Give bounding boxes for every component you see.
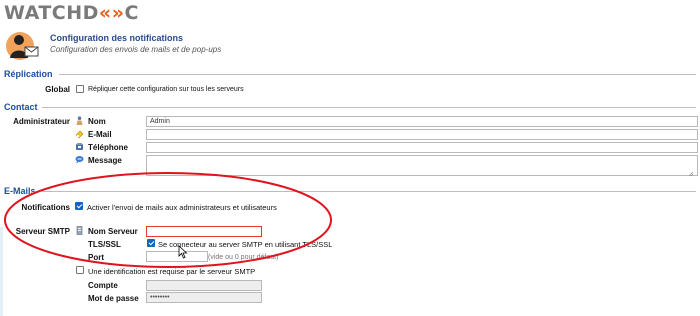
server-icon — [76, 226, 83, 235]
person-icon — [76, 116, 83, 125]
notification-user-icon — [6, 32, 39, 60]
phone-label: Téléphone — [88, 143, 129, 152]
name-input[interactable]: Admin — [146, 116, 698, 127]
account-label: Compte — [88, 281, 118, 290]
page-subtitle: Configuration des envois de mails et de … — [50, 45, 222, 54]
section-emails-title: E-Mails — [4, 186, 36, 196]
resize-grip-icon[interactable] — [688, 171, 693, 176]
section-contact-title: Contact — [4, 102, 38, 112]
message-icon — [75, 156, 84, 164]
notifications-checkbox-label: Activer l'envoi de mails aux administrat… — [87, 203, 277, 212]
server-name-input[interactable] — [146, 226, 262, 237]
left-accent-bar — [0, 227, 3, 316]
phone-input[interactable] — [146, 142, 698, 153]
server-name-label: Nom Serveur — [88, 227, 138, 236]
watchdoc-logo: WATCHD«»C — [4, 2, 139, 24]
phone-icon — [76, 143, 83, 150]
section-divider — [59, 74, 696, 75]
section-replication-title: Réplication — [4, 69, 53, 79]
email-input[interactable] — [146, 129, 698, 140]
email-label: E-Mail — [88, 130, 112, 139]
password-label: Mot de passe — [88, 294, 139, 303]
global-label: Global — [45, 85, 70, 94]
page-title: Configuration des notifications — [50, 33, 183, 43]
port-hint: (vide ou 0 pour défaut) — [208, 254, 279, 261]
notifications-label: Notifications — [21, 203, 70, 212]
smtp-server-label: Serveur SMTP — [15, 227, 70, 236]
tls-label: TLS/SSL — [88, 240, 121, 249]
name-label: Nom — [88, 117, 106, 126]
password-input[interactable]: •••••••• — [146, 292, 262, 303]
auth-required-checkbox-label: Une identification est requise par le se… — [88, 267, 256, 276]
tls-checkbox[interactable] — [147, 239, 155, 247]
mouse-cursor-icon — [178, 245, 188, 259]
email-icon — [75, 130, 84, 139]
account-input[interactable] — [146, 280, 262, 291]
administrator-label: Administrateur — [13, 117, 70, 126]
message-label: Message — [88, 156, 122, 165]
auth-required-checkbox[interactable] — [76, 266, 84, 274]
notifications-checkbox[interactable] — [75, 202, 83, 210]
port-label: Port — [88, 253, 104, 262]
section-divider — [42, 107, 696, 108]
replicate-checkbox-label: Répliquer cette configuration sur tous l… — [88, 86, 244, 93]
port-input[interactable] — [146, 251, 208, 262]
replicate-checkbox[interactable] — [76, 85, 84, 93]
message-textarea[interactable] — [146, 155, 698, 176]
section-divider — [42, 191, 696, 192]
